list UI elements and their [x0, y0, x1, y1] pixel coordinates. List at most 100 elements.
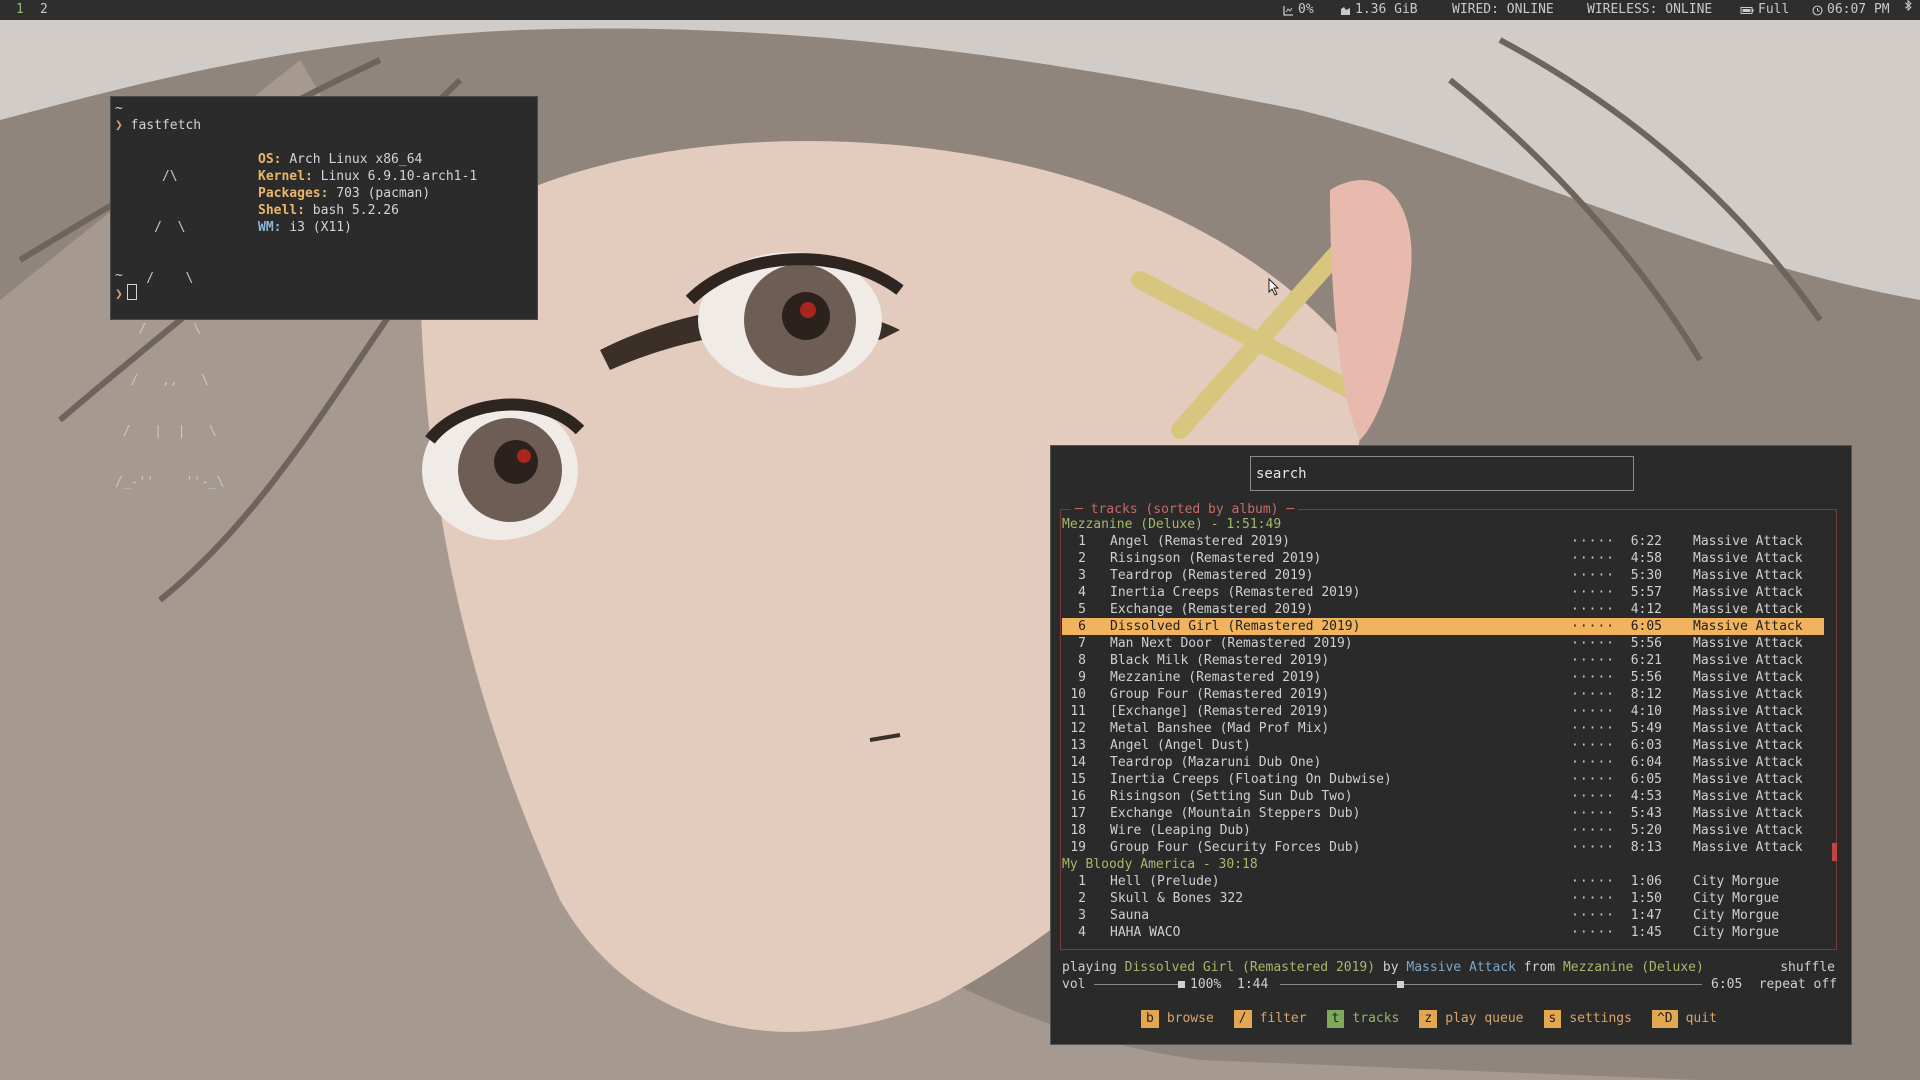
- repeat-toggle[interactable]: repeat off: [1759, 976, 1837, 993]
- keybind-label[interactable]: play queue: [1445, 1010, 1523, 1028]
- track-row[interactable]: 3 Teardrop (Remastered 2019) ····· 5:30 Mass…: [1062, 567, 1824, 584]
- track-duration: 5:43: [1630, 806, 1662, 821]
- sysinfo-key: Kernel: [258, 169, 305, 184]
- music-player-window[interactable]: ─ tracks (sorted by album) ─ Mezzanine (…: [1050, 445, 1852, 1045]
- track-list-title-text: tracks (sorted by album): [1090, 502, 1279, 517]
- track-artist: City Morgue: [1693, 908, 1780, 923]
- track-rating: ·····: [1571, 551, 1616, 566]
- track-row[interactable]: 2 Risingson (Remastered 2019) ····· 4:58 Mas…: [1062, 550, 1824, 567]
- sysinfo-key: Packages: [258, 186, 321, 201]
- track-artist: Massive Attack: [1693, 806, 1803, 821]
- shuffle-toggle[interactable]: shuffle: [1780, 959, 1835, 976]
- track-row[interactable]: 17 Exchange (Mountain Steppers Dub) ····· 5…: [1062, 805, 1824, 822]
- progress-bar[interactable]: [1280, 984, 1702, 985]
- bluetooth-status[interactable]: [1904, 0, 1913, 11]
- track-duration: 6:05: [1630, 619, 1662, 634]
- workspace-2-button[interactable]: 2: [40, 0, 48, 20]
- track-number: 14: [1070, 755, 1086, 770]
- track-rating: ·····: [1571, 653, 1616, 668]
- sysinfo-value: Linux 6.9.10-arch1-1: [320, 169, 478, 184]
- keybind-label[interactable]: quit: [1686, 1010, 1717, 1028]
- workspace-1-button[interactable]: 1: [16, 0, 24, 20]
- keybind-label[interactable]: tracks: [1352, 1010, 1399, 1028]
- track-title: Sauna: [1110, 908, 1150, 923]
- sysinfo-key: Shell: [258, 203, 298, 218]
- track-row[interactable]: 3 Sauna ····· 1:47 City Morgue: [1062, 907, 1824, 924]
- search-input[interactable]: [1250, 456, 1634, 491]
- terminal-window[interactable]: ~ ❯ fastfetch /\ / \ / \ / \ / ,, \ / | …: [110, 96, 538, 490]
- arch-logo-line: / | | \: [115, 424, 217, 439]
- track-number: 17: [1070, 806, 1086, 821]
- track-title: Exchange (Mountain Steppers Dub): [1110, 806, 1361, 821]
- track-title: Exchange (Remastered 2019): [1110, 602, 1314, 617]
- keybind-key[interactable]: z: [1419, 1010, 1438, 1028]
- track-row[interactable]: 1 Angel (Remastered 2019) ····· 6:22 Massive…: [1062, 533, 1824, 550]
- track-row[interactable]: 5 Exchange (Remastered 2019) ····· 4:12 Mass…: [1062, 601, 1824, 618]
- track-row[interactable]: 4 Inertia Creeps (Remastered 2019) ····· 5:…: [1062, 584, 1824, 601]
- keybind-key[interactable]: /: [1233, 1010, 1252, 1028]
- track-row[interactable]: 7 Man Next Door (Remastered 2019) ····· 5:5…: [1062, 635, 1824, 652]
- keybind-key[interactable]: b: [1141, 1010, 1159, 1028]
- track-artist: Massive Attack: [1693, 840, 1803, 855]
- track-title: Inertia Creeps (Floating On Dubwise): [1110, 772, 1392, 787]
- track-duration: 1:06: [1630, 874, 1662, 889]
- keybind-key[interactable]: ^D: [1651, 1010, 1678, 1028]
- track-title: Risingson (Remastered 2019): [1110, 551, 1322, 566]
- track-duration: 8:13: [1630, 840, 1662, 855]
- track-artist: Massive Attack: [1693, 670, 1803, 685]
- keybind-key[interactable]: s: [1543, 1010, 1562, 1028]
- text-cursor: [126, 284, 137, 300]
- track-duration: 4:53: [1630, 789, 1662, 804]
- track-row[interactable]: 1 Hell (Prelude) ····· 1:06 City Morgue: [1062, 873, 1824, 890]
- track-row[interactable]: 14 Teardrop (Mazaruni Dub One) ····· 6:04 Ma…: [1062, 754, 1824, 771]
- track-duration: 5:49: [1630, 721, 1662, 736]
- track-row[interactable]: 18 Wire (Leaping Dub) ····· 5:20 Massive Att…: [1062, 822, 1824, 839]
- track-row[interactable]: 11 [Exchange] (Remastered 2019) ····· 4:10 M…: [1062, 703, 1824, 720]
- track-rating: ·····: [1571, 568, 1616, 583]
- arch-logo-line: / ,, \: [115, 373, 209, 388]
- volume-slider-knob[interactable]: [1178, 981, 1185, 988]
- sysinfo-key: OS: [258, 152, 274, 167]
- volume-slider[interactable]: [1094, 984, 1182, 985]
- scrollbar-thumb[interactable]: [1832, 843, 1837, 861]
- track-row[interactable]: 9 Mezzanine (Remastered 2019) ····· 5:56 Mas…: [1062, 669, 1824, 686]
- status-bar: 1 2 0% 1.36 GiB WIRED: ONLINE WIRELESS: …: [0, 0, 1920, 20]
- track-title: Risingson (Setting Sun Dub Two): [1110, 789, 1353, 804]
- track-row[interactable]: 13 Angel (Angel Dust) ····· 6:03 Massive Att…: [1062, 737, 1824, 754]
- track-list[interactable]: ─ tracks (sorted by album) ─ Mezzanine (…: [1060, 501, 1837, 950]
- track-row[interactable]: 2 Skull & Bones 322 ····· 1:50 City Morgue: [1062, 890, 1824, 907]
- track-row[interactable]: 16 Risingson (Setting Sun Dub Two) ····· 4:…: [1062, 788, 1824, 805]
- track-row-selected[interactable]: 6 Dissolved Girl (Remastered 2019) ····· 6:…: [1062, 618, 1824, 635]
- track-row[interactable]: 19 Group Four (Security Forces Dub) ····· 8…: [1062, 839, 1824, 856]
- memory-icon: [1341, 6, 1350, 15]
- track-duration: 4:58: [1630, 551, 1662, 566]
- keybind-key[interactable]: t: [1326, 1010, 1345, 1028]
- track-number: 4: [1078, 925, 1086, 940]
- track-row[interactable]: 8 Black Milk (Remastered 2019) ····· 6:21 Ma…: [1062, 652, 1824, 669]
- track-row[interactable]: 10 Group Four (Remastered 2019) ····· 8:12 M…: [1062, 686, 1824, 703]
- progress-bar-knob[interactable]: [1397, 981, 1405, 988]
- track-artist: Massive Attack: [1693, 568, 1803, 583]
- track-row[interactable]: 4 HAHA WACO ····· 1:45 City Morgue: [1062, 924, 1824, 941]
- track-title: Black Milk (Remastered 2019): [1110, 653, 1330, 668]
- track-title: Dissolved Girl (Remastered 2019): [1110, 619, 1361, 634]
- track-row[interactable]: 15 Inertia Creeps (Floating On Dubwise) ··…: [1062, 771, 1824, 788]
- track-rating: ·····: [1571, 704, 1616, 719]
- album-header[interactable]: Mezzanine (Deluxe) - 1:51:49: [1062, 516, 1281, 533]
- keybind-label[interactable]: settings: [1569, 1010, 1632, 1028]
- keybind-label[interactable]: browse: [1167, 1010, 1214, 1028]
- terminal-input-line[interactable]: ❯: [115, 284, 137, 303]
- arch-logo-line: /_-'' ''-_\: [115, 475, 225, 490]
- track-duration: 4:12: [1630, 602, 1662, 617]
- track-artist: Massive Attack: [1693, 602, 1803, 617]
- volume-value: 100%: [1190, 977, 1222, 992]
- keybind-label[interactable]: filter: [1260, 1010, 1307, 1028]
- wired-status: WIRED: ONLINE: [1452, 2, 1554, 17]
- track-number: 2: [1078, 551, 1086, 566]
- track-row[interactable]: 12 Metal Banshee (Mad Prof Mix) ····· 5:49 M…: [1062, 720, 1824, 737]
- track-number: 6: [1078, 619, 1086, 634]
- album-header[interactable]: My Bloody America - 30:18: [1062, 856, 1258, 873]
- sysinfo-shell: Shell: bash 5.2.26: [258, 203, 399, 218]
- track-number: 4: [1078, 585, 1086, 600]
- track-artist: Massive Attack: [1693, 755, 1803, 770]
